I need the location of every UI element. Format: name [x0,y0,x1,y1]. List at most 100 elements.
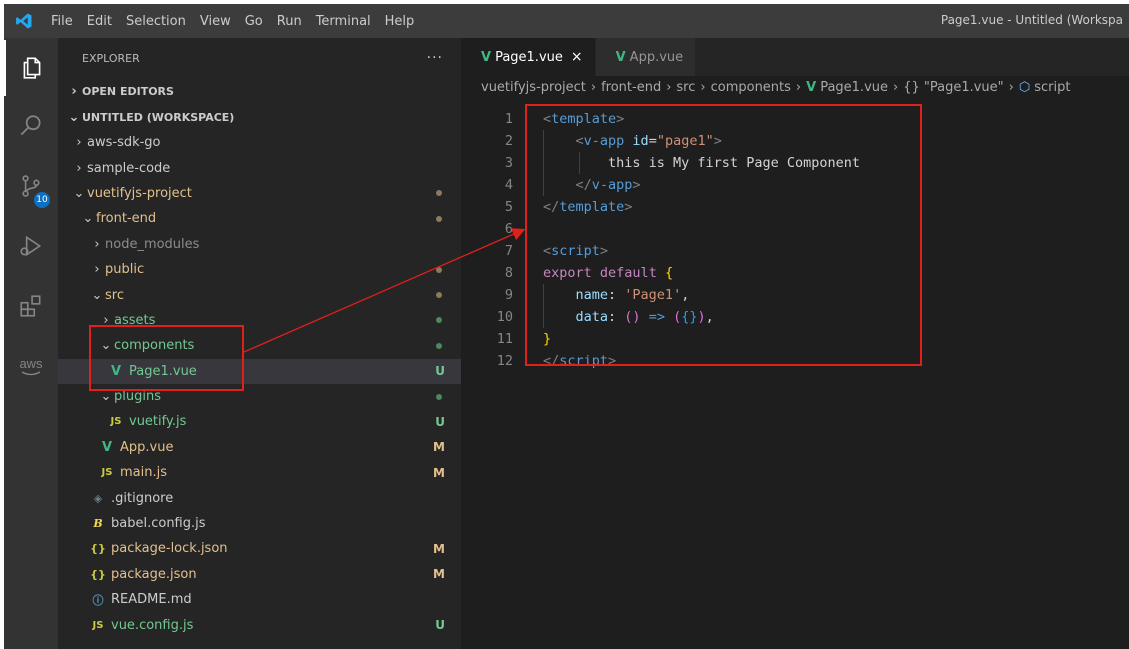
source-control-icon[interactable]: 10 [4,158,58,214]
tree-item--gitignore[interactable]: ◈ .gitignore [58,485,461,510]
breadcrumb-item[interactable]: vuetifyjs-project [481,80,586,95]
tree-item-label: sample-code [87,160,171,176]
line-number: 1 [504,111,513,127]
line-number: 8 [504,265,513,281]
run-debug-icon[interactable] [4,218,58,274]
breadcrumb-item[interactable]: {} "Page1.vue" [903,80,1003,95]
chevron-right-icon: › [1008,79,1014,95]
open-editors-section[interactable]: › OPEN EDITORS [58,78,461,104]
chevron-right-icon: › [76,160,82,176]
tree-item-label: README.md [111,592,192,608]
extensions-icon[interactable] [4,278,58,334]
open-editors-label: OPEN EDITORS [82,84,174,98]
line-number: 4 [504,177,513,193]
aws-label: aws [19,355,43,371]
tree-item-label: public [105,262,145,278]
git-file-icon: ◈ [93,491,103,505]
tree-item-src[interactable]: ⌄ src [58,282,461,307]
menu-item-edit[interactable]: Edit [80,14,119,29]
more-actions-icon[interactable]: ··· [427,50,443,66]
menu-item-go[interactable]: Go [238,14,270,29]
tree-item-label: package.json [111,566,197,582]
explorer-header: EXPLORER ··· [58,38,461,78]
editor-tabs: V Page1.vue × V App.vue [461,38,1129,76]
git-status-badge: M [433,465,445,480]
chevron-down-icon: ⌄ [100,389,112,405]
breadcrumb-item[interactable]: script [1034,80,1070,95]
menu-item-selection[interactable]: Selection [119,14,193,29]
tab-label: Page1.vue [495,49,563,65]
js-file-icon: JS [92,619,104,631]
breadcrumb-item[interactable]: Page1.vue [820,80,888,95]
tree-item-main-js[interactable]: JS main.js M [58,460,461,485]
menu-item-file[interactable]: File [44,14,80,29]
search-icon[interactable] [4,98,58,154]
breadcrumb-item[interactable]: front-end [601,80,661,95]
menu-item-run[interactable]: Run [270,14,309,29]
tree-item-label: aws-sdk-go [87,135,161,151]
tree-item-vue-config-js[interactable]: JS vue.config.js U [58,612,461,637]
breadcrumb-item[interactable]: src [676,80,695,95]
line-number: 6 [504,221,513,237]
git-status-badge: U [435,414,445,429]
tree-item-package-json[interactable]: {} package.json M [58,562,461,587]
tree-item-label: node_modules [105,236,200,252]
chevron-down-icon: ⌄ [68,109,80,125]
tree-item-label: vue.config.js [111,617,194,633]
json-file-icon: {} [90,542,106,556]
menu-item-help[interactable]: Help [378,14,422,29]
tree-item-app-vue[interactable]: V App.vue M [58,435,461,460]
vue-file-icon: V [615,49,626,65]
breadcrumb-item[interactable]: components [711,80,791,95]
tree-item-label: front-end [96,211,157,227]
tree-item-sample-code[interactable]: › sample-code [58,155,461,180]
menu-item-terminal[interactable]: Terminal [309,14,378,29]
tree-item-readme-md[interactable]: ⓘ README.md [58,587,461,612]
chevron-right-icon: › [795,79,802,95]
vue-file-icon: V [101,439,113,455]
explorer-icon[interactable] [4,40,58,96]
activity-bar: 10 aws [4,38,58,649]
tree-item-babel-config-js[interactable]: Bbabel.config.js [58,511,461,536]
vue-file-icon: V [806,79,817,95]
tree-item-public[interactable]: › public [58,257,461,282]
menu-bar: File Edit Selection View Go Run Terminal Help [44,14,421,29]
menu-item-view[interactable]: View [193,14,238,29]
breadcrumb: vuetifyjs-project › front-end › src › componen… [461,76,1129,98]
tree-item-package-lock-json[interactable]: {} package-lock.json M [58,536,461,561]
js-file-icon: JS [101,467,113,479]
tree-item-label: src [105,287,124,303]
line-number: 7 [504,243,513,259]
tree-item-vuetify-js[interactable]: JS vuetify.js U [58,409,461,434]
info-file-icon: ⓘ [92,593,104,607]
chevron-right-icon: › [76,135,82,151]
title-bar: File Edit Selection View Go Run Terminal Help P… [4,4,1129,38]
js-file-icon: JS [110,416,122,428]
babel-file-icon: B [93,517,103,531]
symbol-module-icon: ⬡ [1018,79,1031,95]
tree-item-front-end[interactable]: ⌄ front-end [58,206,461,231]
tab-app-vue[interactable]: V App.vue [595,38,697,76]
tree-item-aws-sdk-go[interactable]: › aws-sdk-go [58,130,461,155]
line-number: 11 [496,331,513,347]
modified-dot [436,266,442,273]
line-number: 3 [504,155,513,171]
highlight-box-code [525,104,922,366]
chevron-right-icon: › [666,79,672,95]
workspace-label: UNTITLED (WORKSPACE) [82,110,235,124]
chevron-right-icon: › [94,236,100,252]
line-number: 10 [496,309,513,325]
tree-item-node-modules[interactable]: › node_modules [58,232,461,257]
tree-item-label: main.js [120,465,167,481]
tree-item-vuetifyjs-project[interactable]: ⌄ vuetifyjs-project [58,181,461,206]
tab-page1-vue[interactable]: V Page1.vue × [461,38,596,76]
chevron-right-icon: › [700,79,706,95]
tab-label: App.vue [629,49,684,65]
workspace-section[interactable]: ⌄ UNTITLED (WORKSPACE) [58,104,461,130]
git-status-badge: U [435,618,445,633]
aws-icon[interactable]: aws [4,338,58,394]
json-file-icon: {} [90,567,106,581]
close-icon[interactable]: × [571,49,583,65]
chevron-right-icon: › [590,79,597,95]
source-control-badge: 10 [34,192,50,208]
